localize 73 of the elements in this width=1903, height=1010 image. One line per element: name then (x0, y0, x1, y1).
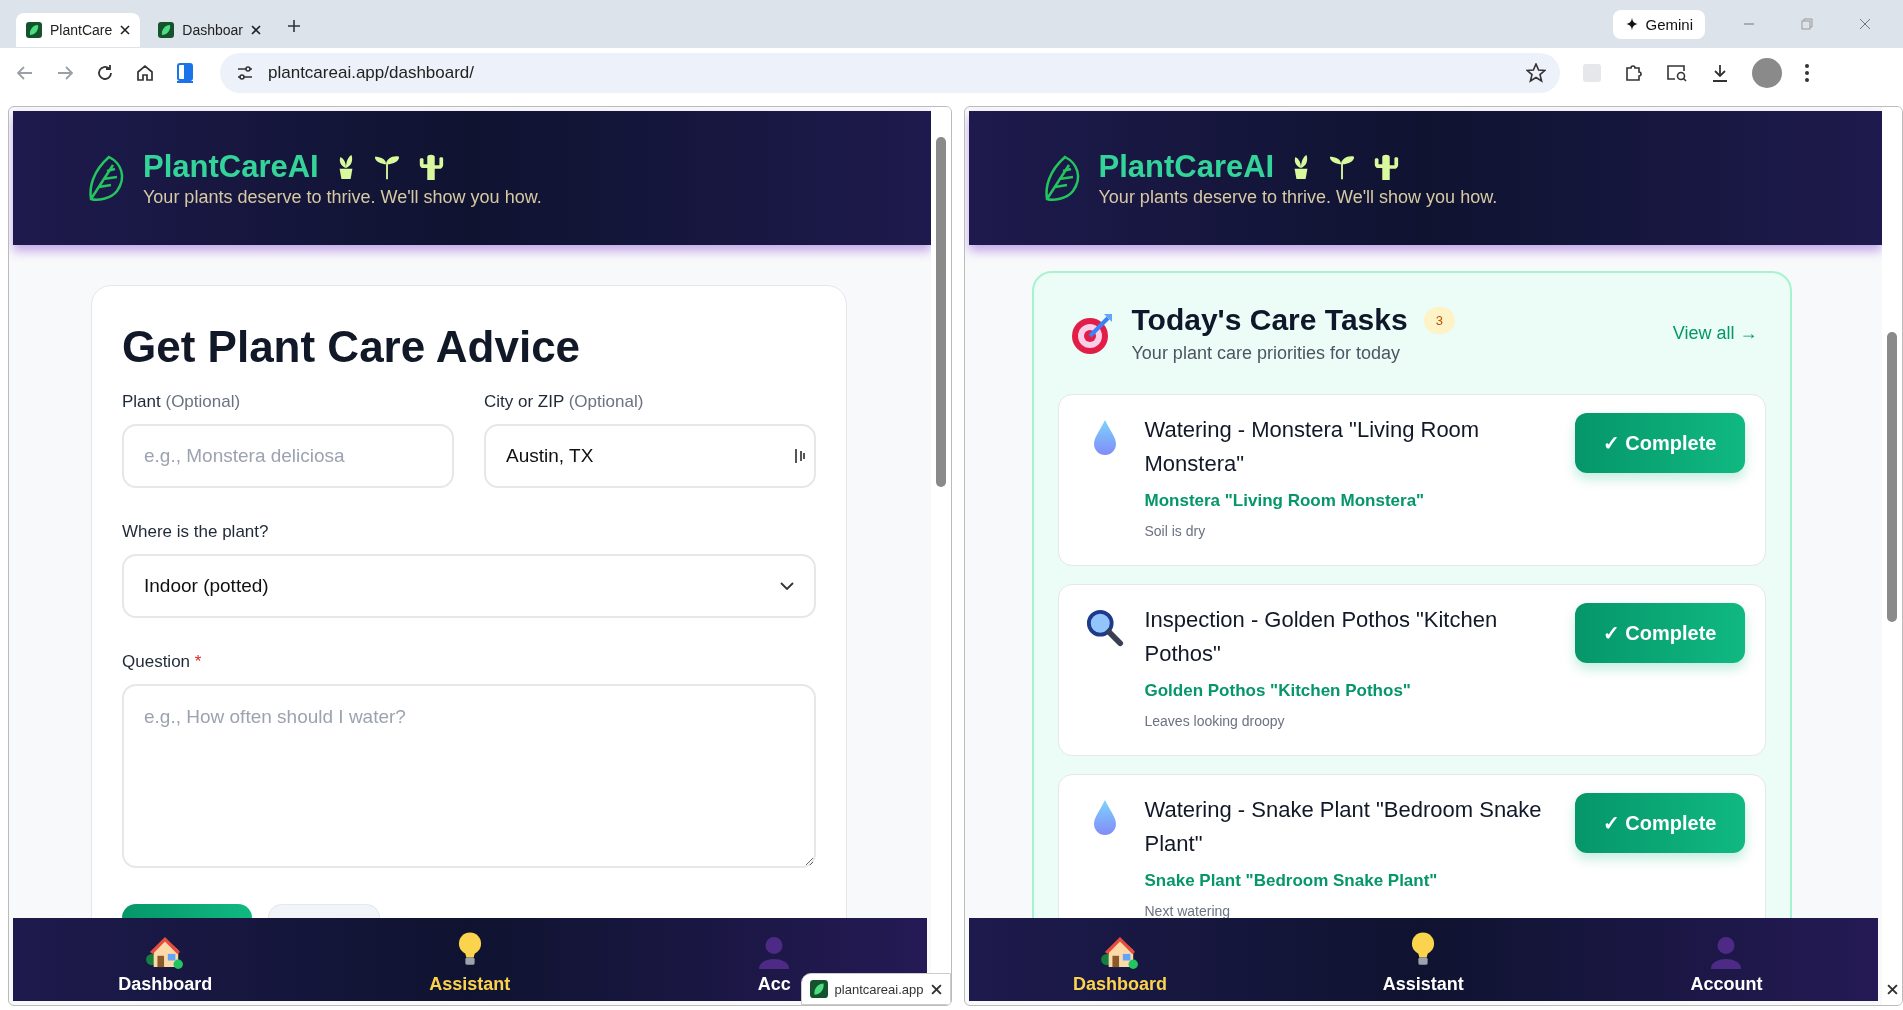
tab-title: PlantCare (50, 22, 113, 38)
person-icon (1709, 935, 1744, 969)
task-title: Watering - Snake Plant "Bedroom Snake Plant" (1144, 796, 1543, 858)
task-title: Inspection - Golden Pothos "Kitchen Pothos" (1144, 606, 1499, 668)
back-icon[interactable] (16, 64, 34, 82)
leaf-favicon-icon (809, 980, 828, 998)
menu-icon[interactable] (1804, 63, 1810, 83)
task-title: Watering - Monstera "Living Room Monstera" (1144, 416, 1481, 478)
house-icon (1101, 935, 1140, 969)
tab-search-icon[interactable] (1666, 63, 1688, 83)
person-icon (757, 935, 792, 969)
close-icon[interactable] (250, 25, 261, 35)
home-icon[interactable] (136, 64, 154, 82)
field-label: Question * (122, 652, 203, 672)
water-drop-icon (1092, 419, 1117, 455)
leaf-favicon-icon (26, 22, 42, 38)
house-icon (146, 935, 185, 969)
extension-tile-icon[interactable] (1582, 63, 1602, 83)
avatar-icon[interactable] (1752, 58, 1782, 88)
tagline: Your plants deserve to thrive. We'll show you how. (143, 186, 542, 208)
download-popup[interactable]: plantcareai.app (800, 973, 951, 1005)
nav-tab[interactable]: Dashboard (968, 918, 1272, 1001)
location-select[interactable]: Indoor (potted) (122, 554, 816, 618)
field-label: City or ZIP (Optional) (484, 392, 645, 412)
nav-tab[interactable]: Assistant (1271, 918, 1575, 1001)
field-label: Plant (Optional) (122, 392, 242, 412)
card-title: Today's Care Tasks (1131, 303, 1408, 337)
nav-tab[interactable]: Account (1574, 918, 1878, 1001)
side-panel-icon[interactable] (176, 63, 194, 83)
puzzle-piece-icon[interactable] (1624, 63, 1644, 83)
plant-name: Monstera "Living Room Monstera" (1144, 491, 1426, 511)
address-bar[interactable]: plantcareai.app/dashboard/ (220, 53, 1560, 93)
chevron-down-icon (780, 582, 794, 590)
url-text: plantcareai.app/dashboard/ (268, 63, 475, 83)
target-icon (1069, 311, 1114, 356)
task-note: Next watering (1144, 903, 1232, 919)
leaf-favicon-icon (158, 22, 175, 38)
plant-name: Snake Plant "Bedroom Snake Plant" (1144, 871, 1439, 891)
reload-icon[interactable] (96, 64, 114, 82)
bookmark-star-icon[interactable] (1526, 63, 1546, 83)
city-input[interactable]: Austin, TX (484, 424, 816, 488)
count-badge: 3 (1423, 306, 1455, 334)
magnifying-glass-icon (1085, 609, 1124, 647)
close-icon[interactable] (1887, 984, 1898, 995)
form-title: Get Plant Care Advice (122, 322, 582, 372)
browser-tab[interactable]: Dashboar (148, 13, 271, 47)
brand-name: PlantCareAI (1098, 148, 1275, 185)
forward-icon[interactable] (56, 64, 74, 82)
gemini-button[interactable]: Gemini (1613, 9, 1705, 39)
nav-tab[interactable]: Dashboard (13, 918, 318, 1001)
view-all-link[interactable]: View all → (1672, 323, 1758, 344)
plant-input[interactable]: e.g., Monstera deliciosa (122, 424, 454, 488)
plant-name: Golden Pothos "Kitchen Pothos" (1144, 681, 1412, 701)
tagline: Your plants deserve to thrive. We'll show you how. (1098, 186, 1498, 208)
card-subtitle: Your plant care priorities for today (1131, 343, 1401, 364)
field-label: Where is the plant? (122, 522, 270, 542)
tab-title: Dashboar (182, 22, 243, 38)
brand-name: PlantCareAI (143, 148, 319, 185)
download-icon[interactable] (1710, 63, 1730, 83)
task-note: Soil is dry (1144, 523, 1207, 539)
download-filename: plantcareai.app (834, 981, 924, 997)
task-note: Leaves looking droopy (1144, 713, 1286, 729)
close-icon[interactable] (930, 983, 942, 995)
cactus-icon (1372, 152, 1401, 181)
nav-tab[interactable]: Assistant (317, 918, 622, 1001)
new-tab-icon[interactable] (286, 19, 301, 33)
water-drop-icon (1092, 799, 1117, 835)
browser-tab[interactable]: PlantCare (16, 13, 141, 47)
autofill-icon[interactable] (794, 447, 806, 465)
question-textarea[interactable]: e.g., How often should I water? (122, 684, 816, 868)
scrollbar[interactable] (1882, 107, 1902, 1005)
close-icon[interactable] (120, 25, 131, 35)
site-settings-icon[interactable] (236, 64, 254, 82)
